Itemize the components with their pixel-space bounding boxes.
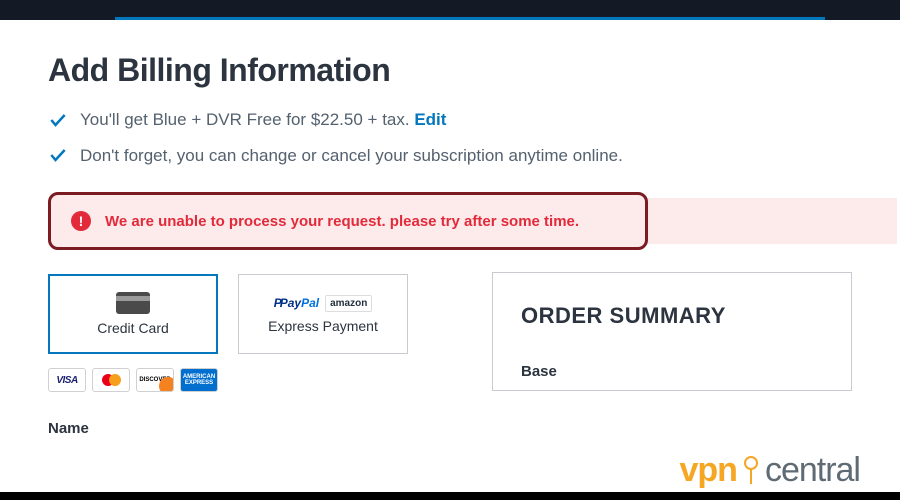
info-text: Don't forget, you can change or cancel y… (80, 143, 623, 169)
page-title: Add Billing Information (48, 52, 852, 89)
payment-method-express[interactable]: PPayPal amazon Express Payment (238, 274, 408, 354)
plan-text: You'll get Blue + DVR Free for $22.50 + … (80, 110, 410, 129)
payment-method-credit-card[interactable]: Credit Card (48, 274, 218, 354)
error-message: We are unable to process your request. p… (105, 213, 579, 230)
error-banner: ! We are unable to process your request.… (48, 192, 648, 250)
error-icon: ! (71, 211, 91, 231)
visa-logo: VISA (48, 368, 86, 392)
plan-bullet: You'll get Blue + DVR Free for $22.50 + … (48, 107, 852, 133)
discover-logo: DISCOVER (136, 368, 174, 392)
amex-logo: AMERICANEXPRESS (180, 368, 218, 392)
edit-link[interactable]: Edit (414, 110, 446, 129)
watermark: vpn central (679, 451, 860, 490)
order-summary-base-label: Base (521, 363, 823, 380)
checkmark-icon (48, 110, 68, 130)
order-summary-title: ORDER SUMMARY (521, 303, 823, 329)
bottom-edge (0, 492, 900, 500)
pin-icon (743, 456, 759, 486)
top-nav-bar (0, 0, 900, 20)
accepted-cards: VISA DISCOVER AMERICANEXPRESS (48, 368, 408, 392)
express-logos: PPayPal amazon (274, 294, 373, 312)
credit-card-icon (116, 292, 150, 314)
order-summary-panel: ORDER SUMMARY Base (492, 272, 852, 391)
checkmark-icon (48, 145, 68, 165)
payment-method-label: Credit Card (97, 320, 169, 336)
name-field-label: Name (48, 420, 408, 437)
info-bullet: Don't forget, you can change or cancel y… (48, 143, 852, 169)
mastercard-logo (92, 368, 130, 392)
payment-method-label: Express Payment (268, 318, 378, 334)
